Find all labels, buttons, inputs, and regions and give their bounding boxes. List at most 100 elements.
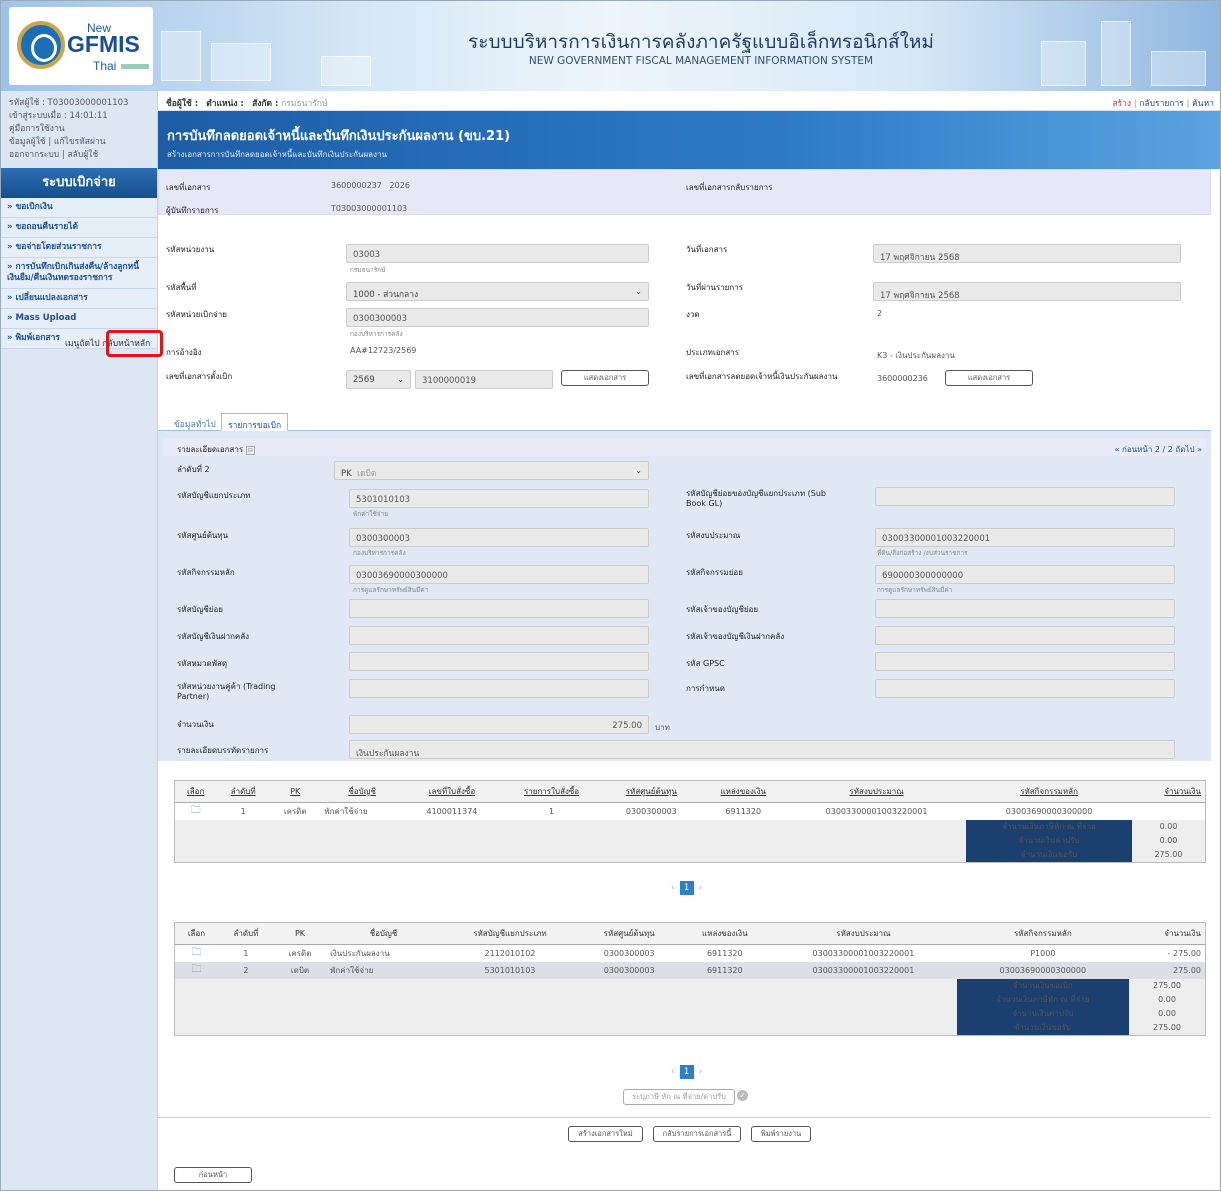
gfmis-logo[interactable]: New GFMIS Thai (9, 7, 153, 85)
gl-items-table: เลือก ลำดับที่ PK ชื่อบัญชี รหัสบัญชีแยกประเ… (174, 922, 1206, 1036)
bank-owner-field[interactable] (875, 626, 1175, 645)
activity-label: รหัสกิจกรรมหลัก (177, 568, 235, 577)
header-banner: New GFMIS Thai ระบบบริหารการเงินการคลังภ… (1, 1, 1220, 91)
back-list-link[interactable]: กลับรายการ (1139, 99, 1184, 109)
t2-header-9[interactable]: จำนวนเงิน (1129, 923, 1205, 945)
tab-general[interactable]: ข้อมูลทั่วไป (168, 413, 222, 431)
prev-page-button[interactable]: ก่อนหน้า (174, 1167, 252, 1183)
sidebar-title: ระบบเบิกจ่าย (1, 168, 157, 198)
gpsc-field[interactable] (875, 652, 1175, 671)
t2-header-4[interactable]: รหัสบัญชีแยกประเภท (440, 923, 580, 945)
t2-header-3[interactable]: ชื่อบัญชี (326, 923, 441, 945)
folder-icon[interactable]: 🗀 (191, 805, 201, 816)
t1-header-1[interactable]: ลำดับที่ (216, 781, 271, 803)
tab-items[interactable]: รายการขอเบิก (221, 413, 289, 431)
bank-account-field[interactable] (349, 626, 649, 645)
chevron-down-icon: ⌄ (635, 466, 642, 475)
req-no-field[interactable]: 3100000019 (415, 370, 553, 389)
t2-header-8[interactable]: รหัสกิจกรรมหลัก (956, 923, 1129, 945)
activity-field[interactable]: 03003690000300000 (349, 565, 649, 584)
sidebar-item-overpay-return[interactable]: » การบันทึกเบิกเกินส่งคืน/ล้างลูกหนี้เงิ… (1, 258, 157, 289)
summary-label: จำนวนเงินภาษีหัก ณ ที่จ่าย (956, 992, 1129, 1007)
area-value: 1000 - ส่วนกลาง (353, 290, 419, 300)
manual-link[interactable]: คู่มือการใช้งาน (9, 123, 149, 136)
t2-header-0[interactable]: เลือก (175, 923, 218, 945)
search-link[interactable]: ค้นหา (1192, 99, 1214, 109)
t1-header-10[interactable]: จำนวนเงิน (1131, 781, 1205, 803)
sidebar-item-agency-payment[interactable]: » ขอจ่ายโดยส่วนราชการ (1, 238, 157, 258)
t1-header-3[interactable]: ชื่อบัญชี (320, 781, 404, 803)
tax-deduction-button[interactable]: ระบุภาษี หัก ณ ที่จ่าย/ค่าปรับ (623, 1089, 735, 1105)
show-doc-button-2[interactable]: แสดงเอกสาร (945, 370, 1033, 386)
sidebar-item-change-document[interactable]: » เปลี่ยนแปลงเอกสาร (1, 289, 157, 309)
period-label: งวด (686, 310, 700, 319)
table-cell: 2112010102 (484, 948, 536, 958)
change-password-link[interactable]: แก้ไขรหัสผ่าน (54, 137, 106, 147)
t2-header-7[interactable]: รหัสงบประมาณ (770, 923, 957, 945)
table-row[interactable]: 🗀 1 เครดิต พักค่าใช้จ่าย 4100011374 1 03003000… (175, 802, 1205, 820)
folder-icon[interactable]: 🗀 (191, 947, 201, 958)
pay-unit-field[interactable]: 0300300003 (346, 308, 649, 327)
summary-label: จำนวนเงินขอเบิก (956, 978, 1129, 993)
table-cell: เดบิต (290, 965, 310, 975)
next-menu-link[interactable]: เมนูถัดไป (65, 339, 100, 349)
t1-header-6[interactable]: รหัสศูนย์ต้นทุน (603, 781, 700, 803)
goods-label: รหัสหมวดพัสดุ (177, 659, 228, 668)
t2-header-2[interactable]: PK (273, 923, 327, 945)
back-doc-button[interactable]: กลับรายการเอกสารนี้ (653, 1126, 741, 1142)
collapse-icon[interactable]: ⊟ (245, 446, 255, 455)
trading-partner-field[interactable] (349, 679, 649, 698)
page-1-button[interactable]: 1 (679, 881, 694, 895)
t2-header-5[interactable]: รหัสศูนย์ต้นทุน (579, 923, 680, 945)
t1-header-9[interactable]: รหัสกิจกรรมหลัก (966, 781, 1132, 803)
table-row[interactable]: 🗀 2 เดบิต พักค่าใช้จ่าย 5301010103 0300300003… (175, 961, 1205, 979)
t1-header-8[interactable]: รหัสงบประมาณ (786, 781, 967, 803)
record-nav[interactable]: « ก่อนหน้า 2 / 2 ถัดไป » (1115, 443, 1202, 456)
table-row[interactable]: 🗀 1 เครดิต เงินประกันผลงาน 2112010102 0300300… (175, 944, 1205, 962)
t1-header-5[interactable]: รายการใบสั่งซื้อ (500, 781, 604, 803)
new-doc-button[interactable]: สร้างเอกสารใหม่ (568, 1126, 643, 1142)
post-date-field[interactable]: 17 พฤศจิกายน 2568 (873, 282, 1181, 301)
t1-header-0[interactable]: เลือก (175, 781, 217, 803)
switch-user-link[interactable]: สลับผู้ใช้ (67, 150, 98, 160)
pk-select[interactable]: PK เดบิต ⌄ (334, 461, 649, 480)
profile-link[interactable]: ข้อมูลผู้ใช้ (9, 137, 46, 147)
line-desc-field[interactable]: เงินประกันผลงาน (349, 740, 1175, 759)
print-report-button[interactable]: พิมพ์รายงาน (751, 1126, 811, 1142)
t2-header-6[interactable]: แหล่งของเงิน (679, 923, 771, 945)
goods-field[interactable] (349, 652, 649, 671)
summary-value: 0.00 (1129, 1006, 1205, 1021)
logout-link[interactable]: ออกจากระบบ (9, 150, 59, 160)
sub-account-field[interactable] (349, 599, 649, 618)
t1-header-7[interactable]: แหล่งของเงิน (699, 781, 787, 803)
req-year-select[interactable]: 2569 ⌄ (346, 370, 411, 389)
create-link[interactable]: สร้าง (1112, 99, 1131, 109)
sidebar-item-refund-revenue[interactable]: » ขอถอนคืนรายได้ (1, 218, 157, 238)
sidebar-item-request-payment[interactable]: » ขอเบิกเงิน (1, 198, 157, 218)
t1-header-2[interactable]: PK (270, 781, 321, 803)
sidebar-item-mass-upload[interactable]: » Mass Upload (1, 309, 157, 329)
gl-field[interactable]: 5301010103 (349, 489, 649, 508)
t1-header-4[interactable]: เลขที่ใบสั่งซื้อ (403, 781, 501, 803)
table-cell: 6911320 (725, 806, 762, 816)
area-select[interactable]: 1000 - ส่วนกลาง ⌄ (346, 282, 649, 301)
show-doc-button[interactable]: แสดงเอกสาร (561, 370, 649, 386)
t2-header-1[interactable]: ลำดับที่ (217, 923, 274, 945)
summary-value: 0.00 (1131, 833, 1205, 848)
logo-gfmis-text: GFMIS (67, 31, 140, 57)
summary-value: 275.00 (1129, 1020, 1205, 1035)
folder-icon[interactable]: 🗀 (191, 964, 201, 975)
due-field[interactable] (875, 679, 1175, 698)
doc-date-label: วันที่เอกสาร (686, 245, 728, 254)
doc-date-field[interactable]: 17 พฤศจิกายน 2568 (873, 244, 1181, 263)
doc-no-value: 3600000237 (331, 181, 382, 190)
cost-center-field[interactable]: 0300300003 (349, 528, 649, 547)
table-cell: เครดิต (283, 806, 307, 816)
budget-field[interactable]: 03003300001003220001 (875, 528, 1175, 547)
amount-field[interactable]: 275.00 (349, 715, 649, 734)
sub-gl-field[interactable] (875, 487, 1175, 506)
sub-owner-field[interactable] (875, 599, 1175, 618)
dept-field[interactable]: 03003 (346, 244, 649, 263)
sub-activity-field[interactable]: 690000300000000 (875, 565, 1175, 584)
page-2-button[interactable]: 1 (679, 1065, 694, 1079)
